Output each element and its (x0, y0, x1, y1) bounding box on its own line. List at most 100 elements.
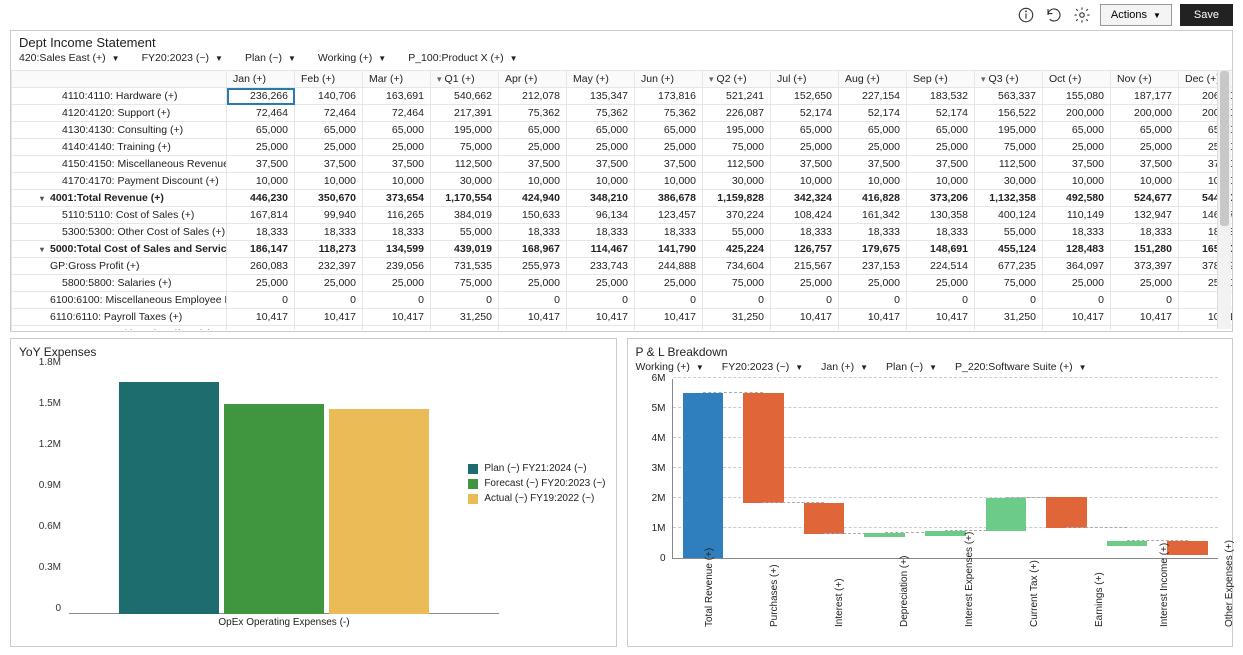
grid-cell[interactable]: 18,333 (499, 224, 567, 241)
row-header[interactable]: 4170:4170: Payment Discount (+) (12, 173, 227, 190)
grid-cell[interactable]: 731,535 (431, 258, 499, 275)
row-header[interactable]: 4140:4140: Training (+) (12, 139, 227, 156)
grid-cell[interactable]: 18,333 (771, 224, 839, 241)
grid-cell[interactable]: 10,417 (227, 309, 295, 326)
bar[interactable] (224, 404, 324, 614)
grid-cell[interactable]: 0 (227, 292, 295, 309)
grid-cell[interactable]: 18,333 (839, 224, 907, 241)
grid-cell[interactable]: 446,230 (227, 190, 295, 207)
grid-cell[interactable]: 123,457 (635, 207, 703, 224)
grid-cell[interactable]: 18,333 (363, 224, 431, 241)
grid-cell[interactable]: 25,000 (499, 139, 567, 156)
grid-cell[interactable]: 1,170,554 (431, 190, 499, 207)
grid-cell[interactable]: 10,000 (1111, 173, 1179, 190)
row-header[interactable]: 4110:4110: Hardware (+) (12, 88, 227, 105)
grid-cell[interactable]: 0 (975, 292, 1043, 309)
grid-cell[interactable]: 25,000 (839, 275, 907, 292)
waterfall-bar[interactable] (925, 531, 966, 536)
grid-cell[interactable]: 25,000 (363, 275, 431, 292)
grid-cell[interactable]: 10,417 (635, 309, 703, 326)
row-header[interactable]: 6140:6140: Health and Welfare (+) (12, 326, 227, 331)
grid-cell[interactable]: 75,362 (567, 105, 635, 122)
grid-cell[interactable]: 232,397 (295, 258, 363, 275)
grid-cell[interactable]: 148,691 (907, 241, 975, 258)
grid-cell[interactable]: 217,391 (431, 105, 499, 122)
grid-cell[interactable]: 7,500 (567, 326, 635, 331)
grid-cell[interactable]: 348,210 (567, 190, 635, 207)
grid-cell[interactable]: 215,567 (771, 258, 839, 275)
grid-cell[interactable]: 25,000 (907, 139, 975, 156)
info-icon[interactable] (1016, 5, 1036, 25)
grid-cell[interactable]: 7,500 (499, 326, 567, 331)
grid-cell[interactable]: 37,500 (1043, 156, 1111, 173)
grid-cell[interactable]: 455,124 (975, 241, 1043, 258)
grid-cell[interactable]: 151,280 (1111, 241, 1179, 258)
grid-cell[interactable]: 65,000 (227, 122, 295, 139)
grid-cell[interactable]: 25,000 (1043, 139, 1111, 156)
grid-cell[interactable]: 186,147 (227, 241, 295, 258)
grid-cell[interactable]: 65,000 (907, 122, 975, 139)
grid-cell[interactable]: 140,706 (295, 88, 363, 105)
grid-cell[interactable]: 0 (635, 292, 703, 309)
grid-cell[interactable]: 22,500 (431, 326, 499, 331)
row-header[interactable]: 5300:5300: Other Cost of Sales (+) (12, 224, 227, 241)
row-header[interactable]: ▾5000:Total Cost of Sales and Service (-… (12, 241, 227, 258)
bar[interactable] (119, 382, 219, 614)
grid-cell[interactable]: 7,500 (907, 326, 975, 331)
grid-cell[interactable]: 156,522 (975, 105, 1043, 122)
grid-cell[interactable]: 0 (431, 292, 499, 309)
grid-cell[interactable]: 18,333 (1043, 224, 1111, 241)
column-header[interactable]: ▾Q2 (+) (703, 71, 771, 88)
grid-cell[interactable]: 183,532 (907, 88, 975, 105)
grid-cell[interactable]: 25,000 (227, 139, 295, 156)
grid-cell[interactable]: 187,177 (1111, 88, 1179, 105)
grid-cell[interactable]: 22,500 (703, 326, 771, 331)
grid-cell[interactable]: 10,417 (907, 309, 975, 326)
grid-cell[interactable]: 55,000 (431, 224, 499, 241)
grid-cell[interactable]: 7,500 (771, 326, 839, 331)
waterfall-bar[interactable] (683, 393, 724, 558)
grid-cell[interactable]: 200,000 (1043, 105, 1111, 122)
grid-cell[interactable]: 10,000 (907, 173, 975, 190)
grid-cell[interactable]: 18,333 (635, 224, 703, 241)
grid-cell[interactable]: 37,500 (363, 156, 431, 173)
grid-cell[interactable]: 155,080 (1043, 88, 1111, 105)
row-header[interactable]: 4120:4120: Support (+) (12, 105, 227, 122)
grid-cell[interactable]: 10,417 (771, 309, 839, 326)
grid-cell[interactable]: 0 (1043, 292, 1111, 309)
grid-cell[interactable]: 18,333 (567, 224, 635, 241)
grid-cell[interactable]: 37,500 (567, 156, 635, 173)
grid-cell[interactable]: 10,417 (295, 309, 363, 326)
row-header[interactable]: 5800:5800: Salaries (+) (12, 275, 227, 292)
grid-cell[interactable]: 118,273 (295, 241, 363, 258)
grid-cell[interactable]: 108,424 (771, 207, 839, 224)
grid-cell[interactable]: 55,000 (975, 224, 1043, 241)
grid-cell[interactable]: 10,000 (295, 173, 363, 190)
grid-cell[interactable]: 52,174 (839, 105, 907, 122)
grid-cell[interactable]: 239,056 (363, 258, 431, 275)
column-header[interactable]: Nov (+) (1111, 71, 1179, 88)
grid-cell[interactable]: 37,500 (227, 156, 295, 173)
grid-cell[interactable]: 10,000 (363, 173, 431, 190)
grid-cell[interactable]: 10,417 (567, 309, 635, 326)
grid-cell[interactable]: 227,154 (839, 88, 907, 105)
grid-cell[interactable]: 75,000 (703, 139, 771, 156)
grid-cell[interactable]: 7,500 (295, 326, 363, 331)
grid-cell[interactable]: 25,000 (839, 139, 907, 156)
grid-cell[interactable]: 0 (499, 292, 567, 309)
pl-selector-4[interactable]: P_220:Software Suite (+)▼ (955, 361, 1087, 373)
row-header[interactable]: 6100:6100: Miscellaneous Employee Expens… (12, 292, 227, 309)
grid-cell[interactable]: 132,947 (1111, 207, 1179, 224)
grid-cell[interactable]: 128,483 (1043, 241, 1111, 258)
grid-cell[interactable]: 72,464 (363, 105, 431, 122)
grid-cell[interactable]: 75,000 (975, 275, 1043, 292)
grid-cell[interactable]: 10,417 (363, 309, 431, 326)
grid-cell[interactable]: 0 (839, 292, 907, 309)
grid-cell[interactable]: 7,500 (635, 326, 703, 331)
grid-cell[interactable]: 25,000 (1111, 139, 1179, 156)
actions-button[interactable]: Actions ▼ (1100, 4, 1172, 26)
column-header[interactable]: Jan (+) (227, 71, 295, 88)
grid-cell[interactable]: 10,417 (499, 309, 567, 326)
grid-cell[interactable]: 37,500 (771, 156, 839, 173)
grid-cell[interactable]: 75,000 (975, 139, 1043, 156)
